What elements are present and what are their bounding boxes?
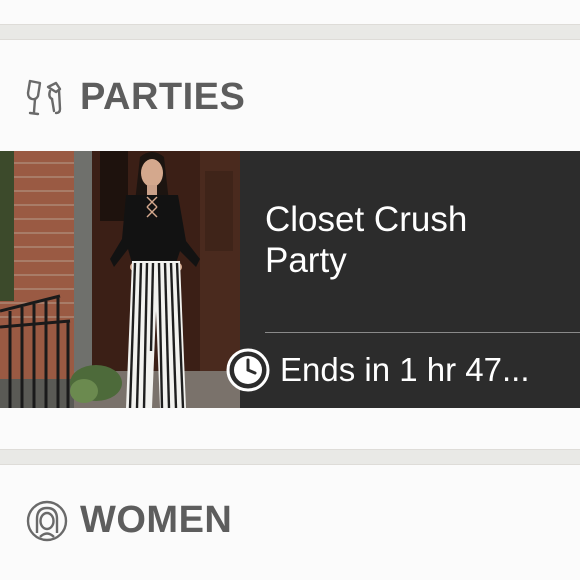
party-title: Closet Crush Party (265, 200, 468, 281)
parties-section-header: PARTIES (26, 76, 245, 119)
champagne-glasses-icon (26, 77, 68, 119)
party-info-divider (265, 332, 580, 333)
top-divider (0, 24, 580, 40)
woman-avatar-icon (26, 500, 68, 542)
middle-divider (0, 449, 580, 465)
parties-section-title: PARTIES (80, 76, 246, 118)
women-section-header: WOMEN (26, 499, 232, 542)
party-card[interactable]: Closet Crush Party Ends in 1 hr 47... (0, 151, 580, 408)
party-cover-photo (0, 151, 240, 408)
women-section-title: WOMEN (80, 499, 233, 541)
party-ends-text: Ends in 1 hr 47... (280, 351, 530, 388)
party-info-panel: Closet Crush Party Ends in 1 hr 47... (226, 151, 580, 408)
clock-icon (226, 348, 270, 392)
party-ends-countdown: Ends in 1 hr 47... (226, 348, 580, 392)
